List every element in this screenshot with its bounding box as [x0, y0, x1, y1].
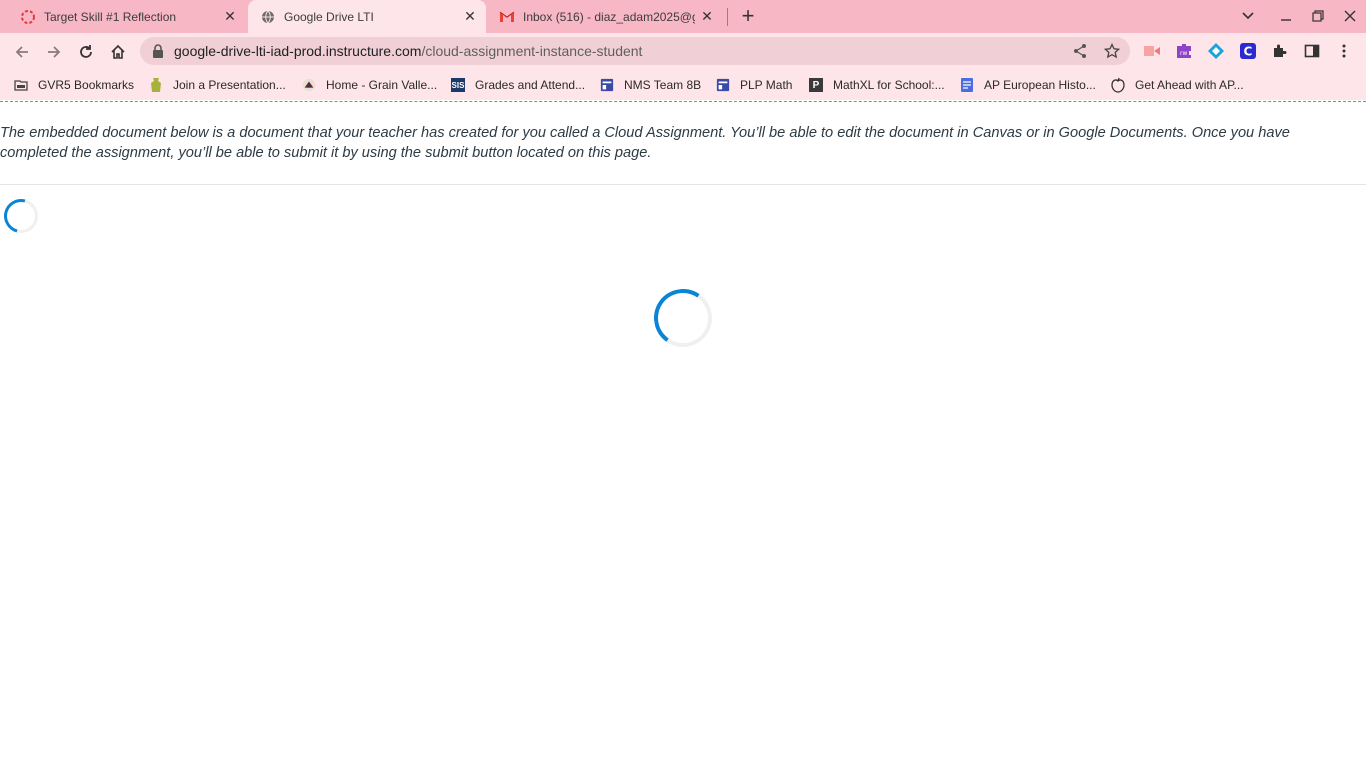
frame-border	[0, 101, 1366, 102]
side-panel-icon[interactable]	[1303, 42, 1321, 60]
classroom-icon	[600, 78, 614, 92]
nearpod-icon	[149, 78, 163, 92]
bookmark-ap-european[interactable]: AP European Histo...	[960, 76, 1096, 94]
bookmark-gvr5[interactable]: GVR5 Bookmarks	[14, 76, 134, 94]
tab-target-skill[interactable]: Target Skill #1 Reflection ✕	[0, 0, 247, 33]
page-content: The embedded document below is a documen…	[0, 103, 1366, 352]
tab-strip: Target Skill #1 Reflection ✕ Google Driv…	[0, 0, 1366, 33]
bookmark-nms-team[interactable]: NMS Team 8B	[600, 76, 701, 94]
cloud-assignment-intro: The embedded document below is a documen…	[0, 125, 1290, 161]
tab-title: Inbox (516) - diaz_adam2025@g	[523, 9, 695, 24]
new-tab-button[interactable]: +	[738, 5, 758, 27]
window-close-button[interactable]	[1340, 6, 1360, 26]
bookmark-grades[interactable]: SIS Grades and Attend...	[451, 76, 585, 94]
tab-title: Google Drive LTI	[284, 9, 374, 24]
screencastify-icon[interactable]	[1143, 42, 1161, 60]
readwrite-icon[interactable]: rw	[1175, 42, 1193, 60]
bookmark-label: Join a Presentation...	[173, 78, 286, 92]
apple-icon	[1111, 77, 1125, 93]
bookmark-label: Grades and Attend...	[475, 78, 586, 92]
loading-spinner	[649, 284, 717, 352]
tab-inbox[interactable]: Inbox (516) - diaz_adam2025@g ✕	[487, 0, 727, 33]
gmail-icon	[499, 9, 515, 25]
close-icon[interactable]: ✕	[699, 8, 715, 24]
url-path: /cloud-assignment-instance-student	[421, 43, 643, 59]
bookmark-label: PLP Math	[740, 78, 793, 92]
divider	[0, 184, 1366, 185]
lock-icon[interactable]	[152, 44, 164, 58]
docs-icon	[960, 78, 974, 92]
loading-spinner-small	[0, 192, 45, 240]
classroom-icon	[716, 78, 730, 92]
bookmark-grain-valley[interactable]: Home - Grain Valle...	[302, 76, 437, 94]
pearson-icon: P	[809, 78, 823, 92]
close-icon[interactable]: ✕	[462, 8, 478, 24]
tab-google-drive-lti[interactable]: Google Drive LTI ✕	[248, 0, 486, 33]
minimize-button[interactable]	[1276, 6, 1296, 26]
restore-button[interactable]	[1308, 6, 1328, 26]
bookmark-star-icon[interactable]	[1103, 42, 1121, 59]
url-domain: google-drive-lti-iad-prod.instructure.co…	[174, 43, 422, 59]
share-icon[interactable]	[1072, 43, 1088, 59]
menu-kebab-icon[interactable]	[1335, 42, 1353, 60]
svg-text:rw: rw	[1180, 50, 1187, 57]
forward-button[interactable]	[43, 41, 65, 63]
tab-search-icon[interactable]	[1238, 6, 1258, 26]
bookmark-label: MathXL for School:...	[833, 78, 945, 92]
svg-text:C: C	[1244, 45, 1253, 59]
diamond-extension-icon[interactable]	[1207, 42, 1225, 60]
home-button[interactable]	[107, 41, 129, 63]
url-text: google-drive-lti-iad-prod.instructure.co…	[174, 43, 642, 59]
bookmark-plp-math[interactable]: PLP Math	[716, 76, 792, 94]
c-extension-icon[interactable]: C	[1239, 42, 1257, 60]
bookmark-label: AP European Histo...	[984, 78, 1096, 92]
bookmark-label: Home - Grain Valle...	[326, 78, 438, 92]
folder-icon	[14, 78, 28, 92]
reload-button[interactable]	[75, 41, 97, 63]
bookmark-mathxl[interactable]: P MathXL for School:...	[809, 76, 945, 94]
bookmark-label: GVR5 Bookmarks	[38, 78, 135, 92]
browser-toolbar: google-drive-lti-iad-prod.instructure.co…	[0, 33, 1366, 70]
school-icon	[302, 78, 316, 92]
canvas-icon	[20, 9, 36, 25]
address-bar[interactable]: google-drive-lti-iad-prod.instructure.co…	[140, 37, 1130, 65]
back-button[interactable]	[11, 41, 33, 63]
bookmark-label: NMS Team 8B	[624, 78, 702, 92]
bookmark-get-ahead[interactable]: Get Ahead with AP...	[1111, 76, 1244, 94]
extensions-puzzle-icon[interactable]	[1271, 42, 1289, 60]
tab-title: Target Skill #1 Reflection	[44, 9, 177, 24]
bookmark-join-presentation[interactable]: Join a Presentation...	[149, 76, 286, 94]
sis-icon: SIS	[451, 78, 465, 92]
tab-separator	[727, 8, 728, 26]
globe-icon	[260, 9, 276, 25]
bookmark-label: Get Ahead with AP...	[1135, 78, 1244, 92]
bookmarks-bar: GVR5 Bookmarks Join a Presentation... Ho…	[0, 70, 1366, 100]
close-icon[interactable]: ✕	[222, 8, 238, 24]
